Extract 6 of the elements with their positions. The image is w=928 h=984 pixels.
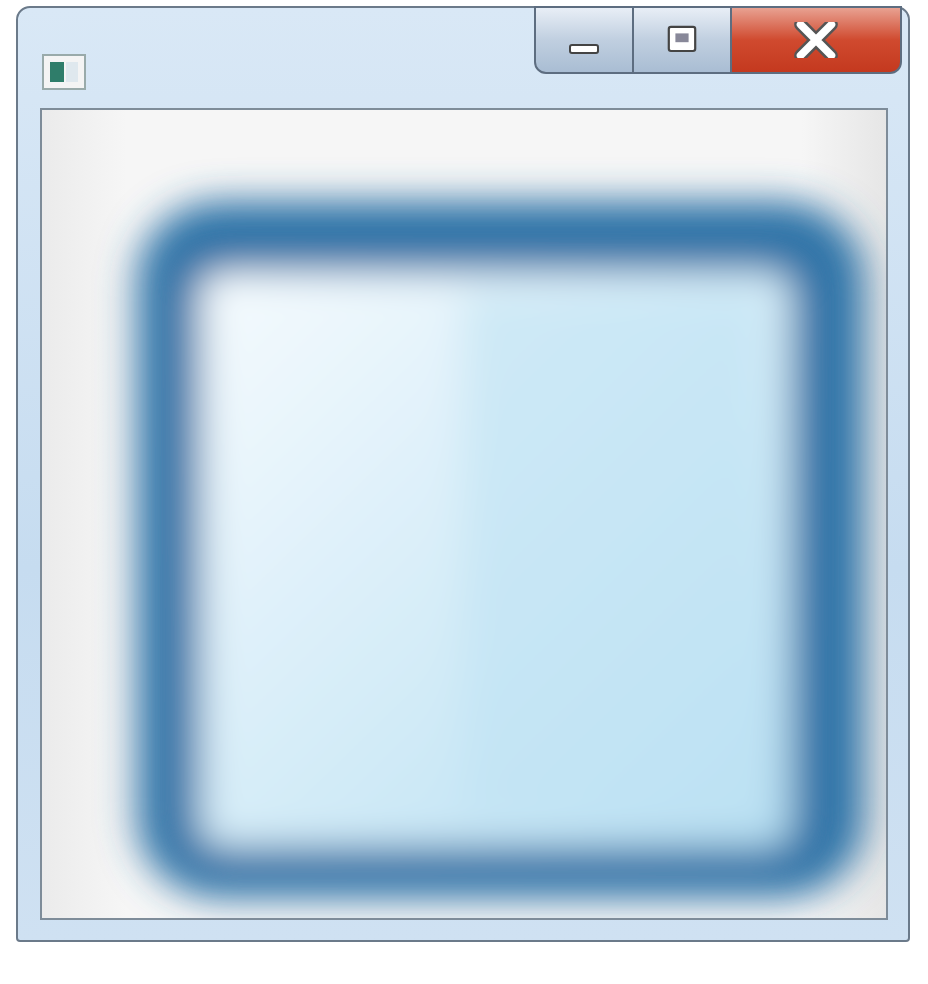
maximize-button[interactable] bbox=[634, 6, 732, 74]
close-icon bbox=[790, 22, 842, 58]
minimize-button[interactable] bbox=[534, 6, 634, 74]
app-icon bbox=[42, 54, 86, 90]
close-button[interactable] bbox=[732, 6, 902, 74]
minimize-icon bbox=[568, 43, 600, 53]
